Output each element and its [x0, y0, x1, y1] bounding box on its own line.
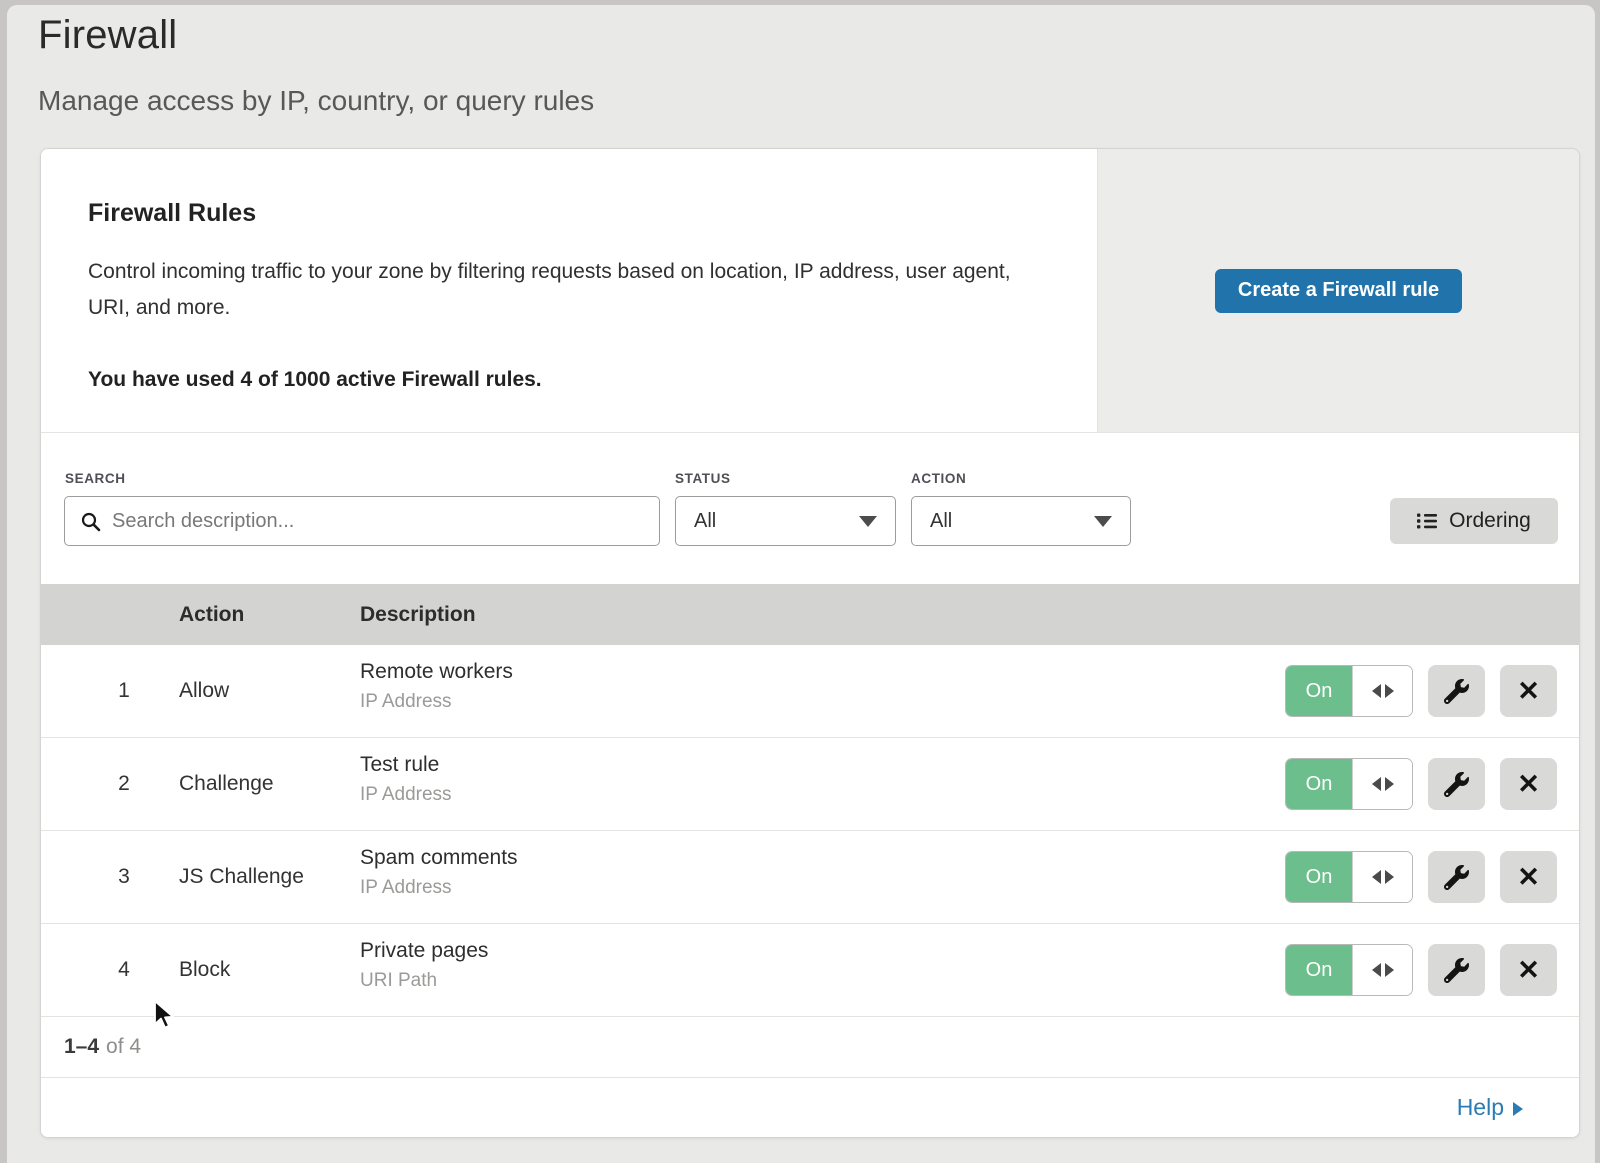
caret-right-icon	[1513, 1102, 1523, 1116]
rule-description: Test rule	[360, 753, 452, 777]
firewall-rules-card: Firewall Rules Control incoming traffic …	[40, 148, 1580, 1138]
rule-enabled-toggle[interactable]: On	[1285, 851, 1413, 903]
page-subtitle: Manage access by IP, country, or query r…	[38, 85, 594, 117]
chevron-down-icon	[859, 516, 877, 527]
table-row: 2 Challenge Test rule IP Address On ✕	[41, 738, 1579, 831]
delete-rule-button[interactable]: ✕	[1500, 851, 1557, 903]
pagination-range: 1–4	[64, 1035, 99, 1059]
filters-bar: SEARCH STATUS All ACTION All	[41, 433, 1579, 584]
page-title: Firewall	[38, 13, 177, 58]
rule-match-type: IP Address	[360, 784, 452, 806]
rule-description: Remote workers	[360, 660, 513, 684]
ordering-button[interactable]: Ordering	[1390, 498, 1558, 544]
table-row: 1 Allow Remote workers IP Address On ✕	[41, 645, 1579, 738]
search-box	[64, 496, 660, 546]
table-row: 3 JS Challenge Spam comments IP Address …	[41, 831, 1579, 924]
toggle-on-label: On	[1286, 945, 1352, 995]
edit-rule-button[interactable]	[1428, 851, 1485, 903]
usage-note: You have used 4 of 1000 active Firewall …	[88, 368, 1049, 392]
rule-priority: 4	[101, 958, 147, 982]
rule-priority: 1	[101, 679, 147, 703]
toggle-on-label: On	[1286, 759, 1352, 809]
delete-rule-button[interactable]: ✕	[1500, 944, 1557, 996]
rule-description-block: Remote workers IP Address	[360, 660, 513, 713]
edit-rule-button[interactable]	[1428, 758, 1485, 810]
card-heading: Firewall Rules	[88, 199, 1049, 228]
search-icon	[80, 511, 101, 532]
search-input[interactable]	[112, 510, 659, 533]
toggle-on-label: On	[1286, 666, 1352, 716]
rule-match-type: IP Address	[360, 691, 513, 713]
rule-action: Allow	[179, 679, 229, 703]
rule-enabled-toggle[interactable]: On	[1285, 944, 1413, 996]
rule-priority: 2	[101, 772, 147, 796]
toggle-drag-arrows-icon	[1352, 852, 1412, 902]
toggle-drag-arrows-icon	[1352, 666, 1412, 716]
action-select-value: All	[930, 510, 952, 533]
rule-match-type: IP Address	[360, 877, 518, 899]
rule-description-block: Test rule IP Address	[360, 753, 452, 806]
wrench-icon	[1444, 679, 1469, 704]
help-link[interactable]: Help	[1457, 1094, 1523, 1121]
column-header-description: Description	[360, 603, 476, 627]
pagination: 1–4 of 4	[41, 1017, 1579, 1078]
wrench-icon	[1444, 865, 1469, 890]
rule-enabled-toggle[interactable]: On	[1285, 758, 1413, 810]
card-footer: Help	[41, 1078, 1579, 1137]
action-label: ACTION	[911, 471, 966, 486]
page-background: Firewall Manage access by IP, country, o…	[7, 5, 1595, 1163]
wrench-icon	[1444, 958, 1469, 983]
status-select[interactable]: All	[675, 496, 896, 546]
close-icon: ✕	[1517, 678, 1540, 705]
card-top-section: Firewall Rules Control incoming traffic …	[41, 149, 1579, 433]
help-link-label: Help	[1457, 1094, 1504, 1121]
status-select-value: All	[694, 510, 716, 533]
toggle-on-label: On	[1286, 852, 1352, 902]
action-select[interactable]: All	[911, 496, 1131, 546]
table-header: Action Description	[41, 584, 1579, 645]
edit-rule-button[interactable]	[1428, 944, 1485, 996]
ordering-list-icon	[1417, 513, 1437, 529]
toggle-drag-arrows-icon	[1352, 759, 1412, 809]
edit-rule-button[interactable]	[1428, 665, 1485, 717]
rule-action: Block	[179, 958, 230, 982]
rule-match-type: URI Path	[360, 970, 488, 992]
rule-action: Challenge	[179, 772, 274, 796]
rules-list: 1 Allow Remote workers IP Address On ✕	[41, 645, 1579, 1017]
rule-description-block: Private pages URI Path	[360, 939, 488, 992]
close-icon: ✕	[1517, 864, 1540, 891]
rule-description: Private pages	[360, 939, 488, 963]
column-header-action: Action	[179, 603, 244, 627]
toggle-drag-arrows-icon	[1352, 945, 1412, 995]
search-label: SEARCH	[65, 471, 126, 486]
delete-rule-button[interactable]: ✕	[1500, 665, 1557, 717]
rule-priority: 3	[101, 865, 147, 889]
chevron-down-icon	[1094, 516, 1112, 527]
create-firewall-rule-button[interactable]: Create a Firewall rule	[1215, 269, 1462, 313]
table-row: 4 Block Private pages URI Path On ✕	[41, 924, 1579, 1017]
card-intro: Firewall Rules Control incoming traffic …	[41, 149, 1097, 432]
card-description: Control incoming traffic to your zone by…	[88, 254, 1038, 326]
delete-rule-button[interactable]: ✕	[1500, 758, 1557, 810]
pagination-total: of 4	[106, 1035, 141, 1059]
close-icon: ✕	[1517, 771, 1540, 798]
wrench-icon	[1444, 772, 1469, 797]
close-icon: ✕	[1517, 957, 1540, 984]
create-rule-panel: Create a Firewall rule	[1097, 149, 1579, 432]
rule-enabled-toggle[interactable]: On	[1285, 665, 1413, 717]
rule-description-block: Spam comments IP Address	[360, 846, 518, 899]
rule-description: Spam comments	[360, 846, 518, 870]
ordering-button-label: Ordering	[1449, 509, 1531, 533]
status-label: STATUS	[675, 471, 731, 486]
rule-action: JS Challenge	[179, 865, 304, 889]
